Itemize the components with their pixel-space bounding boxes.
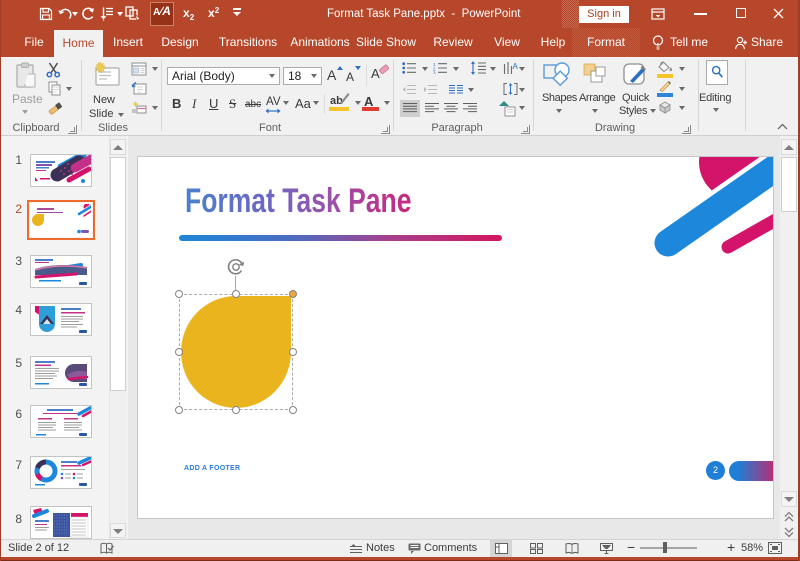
svg-text:3: 3 bbox=[433, 71, 436, 75]
svg-text:A: A bbox=[513, 62, 519, 71]
